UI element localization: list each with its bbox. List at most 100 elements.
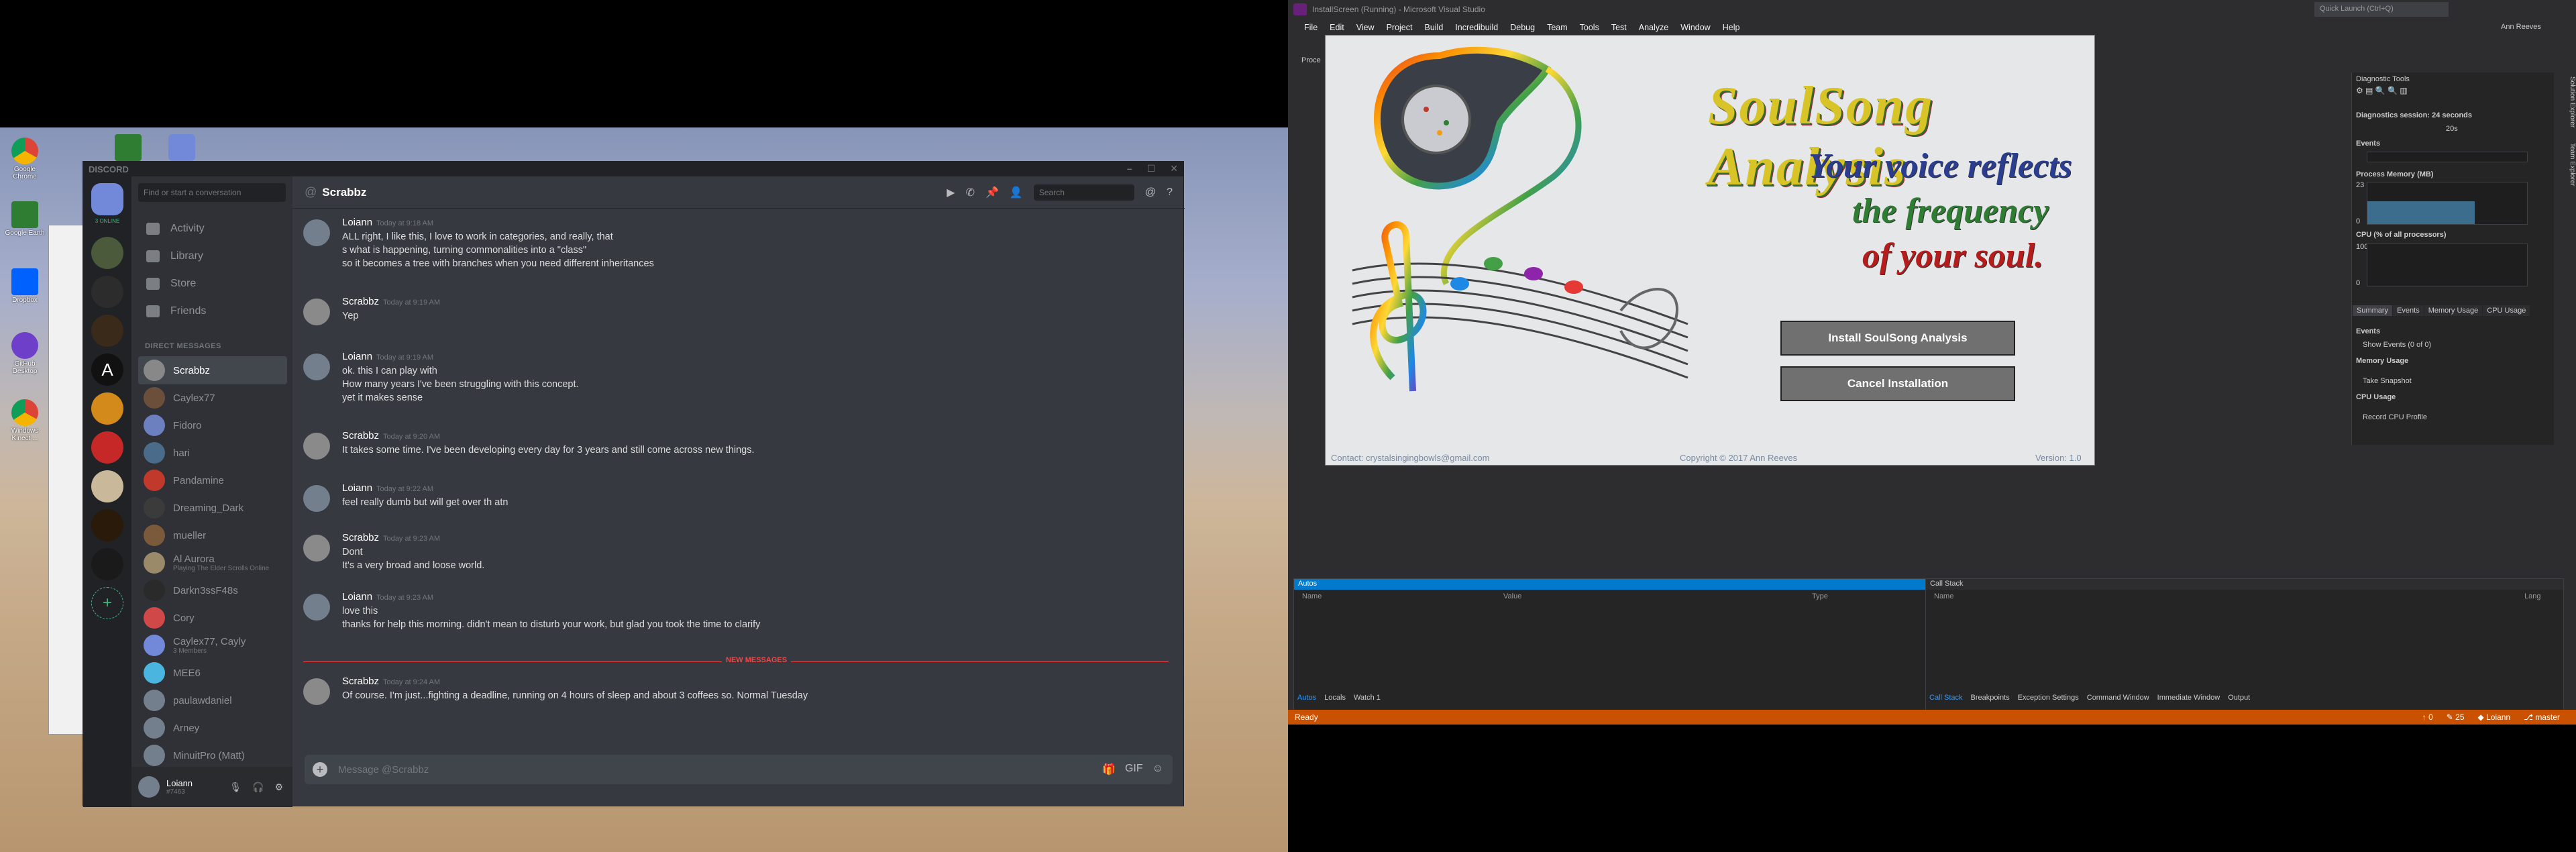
bottom-tab[interactable]: Command Window	[2087, 694, 2149, 702]
avatar[interactable]	[303, 299, 330, 325]
menu-item[interactable]: Debug	[1510, 23, 1535, 32]
menu-item[interactable]: Window	[1680, 23, 1710, 32]
message-author[interactable]: Loiann	[342, 482, 372, 494]
signed-in-user[interactable]: Ann Reeves	[2501, 23, 2541, 31]
menu-item[interactable]: Analyze	[1639, 23, 1668, 32]
desktop-icon-earth[interactable]	[107, 134, 149, 162]
dm-item[interactable]: Caylex77	[138, 384, 287, 412]
server-icon[interactable]	[91, 237, 123, 269]
bottom-tab[interactable]: Output	[2228, 694, 2250, 702]
desktop-icon-dropbox[interactable]: Dropbox	[4, 268, 46, 304]
dm-item[interactable]: Darkn3ssF48s	[138, 576, 287, 604]
help-icon[interactable]: ?	[1167, 187, 1173, 199]
dm-item[interactable]: Dreaming_Dark	[138, 494, 287, 522]
server-icon[interactable]	[91, 392, 123, 425]
message-author[interactable]: Loiann	[342, 591, 372, 602]
message-author[interactable]: Scrabbz	[342, 676, 379, 687]
add-friend-icon[interactable]: 👤	[1010, 186, 1023, 199]
message-author[interactable]: Scrabbz	[342, 430, 379, 441]
video-call-icon[interactable]: ▶	[947, 186, 955, 199]
avatar[interactable]	[303, 535, 330, 562]
nav-store[interactable]: Store	[140, 272, 284, 296]
server-icon[interactable]	[91, 548, 123, 580]
server-icon[interactable]	[91, 470, 123, 502]
upload-plus-icon[interactable]: +	[313, 762, 327, 777]
menu-item[interactable]: Help	[1723, 23, 1740, 32]
message-author[interactable]: Scrabbz	[342, 532, 379, 543]
gift-icon[interactable]: 🎁	[1102, 763, 1116, 776]
close-icon[interactable]: ✕	[1170, 163, 1178, 174]
dm-item[interactable]: Scrabbz	[138, 356, 287, 384]
gif-icon[interactable]: GIF	[1125, 763, 1143, 776]
message-author[interactable]: Scrabbz	[342, 296, 379, 307]
desktop-icon-github[interactable]: GitHub Desktop	[4, 332, 46, 375]
desktop-icon-kinect[interactable]: Windows Kinect ...	[4, 399, 46, 442]
settings-gear-icon[interactable]: ⚙	[274, 782, 283, 793]
server-icon[interactable]	[91, 276, 123, 308]
minimize-icon[interactable]: –	[1127, 163, 1132, 174]
bottom-tab[interactable]: Exception Settings	[2018, 694, 2079, 702]
dm-item[interactable]: mueller	[138, 521, 287, 549]
nav-library[interactable]: Library	[140, 244, 284, 268]
diag-tab[interactable]: Summary	[2353, 305, 2393, 316]
dm-item[interactable]: hari	[138, 439, 287, 467]
server-icon[interactable]: A	[91, 354, 123, 386]
message-author[interactable]: Loiann	[342, 217, 372, 228]
diag-tab[interactable]: Memory Usage	[2424, 305, 2483, 316]
status-branch[interactable]: ⎇ master	[2524, 712, 2560, 722]
voice-call-icon[interactable]: ✆	[966, 186, 975, 199]
server-icon[interactable]	[91, 431, 123, 464]
avatar[interactable]	[138, 776, 160, 798]
show-events-link[interactable]: Show Events (0 of 0)	[2363, 341, 2431, 349]
dm-item[interactable]: Cory	[138, 604, 287, 632]
avatar[interactable]	[303, 433, 330, 460]
cancel-installation-button[interactable]: Cancel Installation	[1780, 366, 2015, 401]
desktop-icon-chrome[interactable]: Google Chrome	[4, 138, 46, 180]
dm-item[interactable]: MinuitPro (Matt)	[138, 741, 287, 769]
dm-item[interactable]: paulawdaniel	[138, 686, 287, 714]
headphones-icon[interactable]: 🎧	[252, 782, 264, 793]
bottom-tab[interactable]: Call Stack	[1929, 694, 1963, 702]
dm-item[interactable]: MEE6	[138, 659, 287, 687]
add-server-icon[interactable]: +	[91, 587, 123, 619]
find-conversation-input[interactable]: Find or start a conversation	[138, 183, 286, 202]
microphone-icon[interactable]: 🎙	[229, 782, 241, 793]
server-icon[interactable]	[91, 509, 123, 541]
menu-item[interactable]: Test	[1611, 23, 1627, 32]
avatar[interactable]	[303, 485, 330, 512]
dm-item[interactable]: Al Aurora Playing The Elder Scrolls Onlin…	[138, 549, 287, 577]
nav-friends[interactable]: Friends	[140, 299, 284, 323]
quick-launch-input[interactable]: Quick Launch (Ctrl+Q)	[2314, 2, 2449, 17]
menu-item[interactable]: View	[1356, 23, 1375, 32]
bottom-tab[interactable]: Locals	[1324, 694, 1346, 702]
bottom-tab[interactable]: Autos	[1297, 694, 1316, 702]
menu-item[interactable]: Team	[1547, 23, 1568, 32]
status-repo[interactable]: ◆ Loiann	[2478, 712, 2511, 722]
message-author[interactable]: Loiann	[342, 351, 372, 362]
menu-item[interactable]: Edit	[1330, 23, 1344, 32]
message-input[interactable]: + Message @Scrabbz 🎁 GIF ☺	[305, 755, 1173, 784]
menu-item[interactable]: Incredibuild	[1455, 23, 1498, 32]
search-input[interactable]: Search	[1033, 184, 1134, 201]
menu-item[interactable]: Project	[1387, 23, 1413, 32]
dm-item[interactable]: Fidoro	[138, 411, 287, 439]
home-icon[interactable]	[91, 183, 123, 215]
record-cpu-profile-button[interactable]: Record CPU Profile	[2363, 413, 2427, 421]
maximize-icon[interactable]: ☐	[1147, 163, 1156, 174]
status-up[interactable]: ↑ 0	[2422, 712, 2433, 722]
pin-icon[interactable]: 📌	[985, 186, 999, 199]
install-button[interactable]: Install SoulSong Analysis	[1780, 321, 2015, 356]
take-snapshot-button[interactable]: Take Snapshot	[2363, 377, 2412, 385]
dm-item[interactable]: Caylex77, Cayly 3 Members	[138, 631, 287, 659]
avatar[interactable]	[303, 354, 330, 380]
team-explorer-tab[interactable]: Team Explorer	[2569, 143, 2576, 186]
status-pencil[interactable]: ✎ 25	[2447, 712, 2465, 722]
dm-item[interactable]: Pandamine	[138, 466, 287, 494]
desktop-icon-discord[interactable]	[161, 134, 203, 162]
menu-item[interactable]: File	[1304, 23, 1318, 32]
mention-icon[interactable]: @	[1145, 187, 1156, 199]
nav-activity[interactable]: Activity	[140, 217, 284, 241]
bottom-tab[interactable]: Immediate Window	[2157, 694, 2220, 702]
avatar[interactable]	[303, 594, 330, 621]
server-icon[interactable]	[91, 315, 123, 347]
